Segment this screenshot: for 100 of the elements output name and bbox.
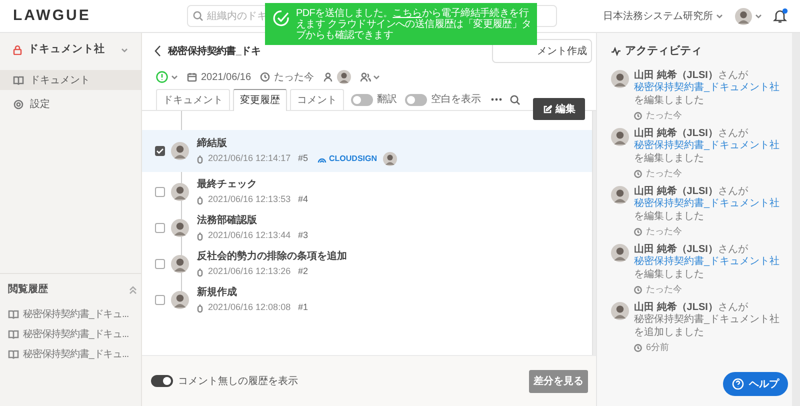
toggle-switch[interactable] (151, 375, 173, 387)
version-title: 新規作成 (197, 285, 238, 300)
checkbox[interactable] (155, 187, 165, 197)
time-text: たった今 (646, 225, 682, 238)
clock-icon (634, 344, 642, 352)
nav-item[interactable]: ドキュメント (0, 70, 141, 90)
checkbox[interactable] (155, 146, 165, 156)
help-icon (732, 378, 744, 390)
book-icon (13, 74, 24, 86)
avatar-icon (337, 70, 352, 84)
time-text: たった今 (646, 283, 682, 296)
history-link[interactable]: 秘密保持契約書_ドキュ... (23, 348, 128, 361)
clock-icon (260, 72, 270, 82)
version-number: #5 (298, 152, 308, 166)
version-number: #3 (298, 229, 308, 242)
history-link[interactable]: 秘密保持契約書_ドキュ... (23, 308, 128, 321)
time-text: 6分前 (646, 341, 670, 354)
tab[interactable]: 変更履歴 (233, 89, 287, 111)
toggle-switch[interactable] (351, 94, 373, 106)
check-icon (156, 148, 164, 154)
stopwatch-icon (197, 268, 203, 276)
search-icon[interactable] (510, 94, 520, 104)
toggle-label: コメント無しの履歴を表示 (178, 374, 298, 388)
avatar-icon (611, 302, 629, 320)
members-menu[interactable] (360, 72, 380, 82)
user-menu[interactable] (735, 8, 762, 24)
help-button[interactable]: ヘルプ (723, 372, 788, 396)
timestamp: 2021/06/16 12:08:08 (208, 301, 292, 314)
version-number: #4 (298, 193, 308, 206)
document-link[interactable]: 秘密保持契約書_ドキュメント社 (634, 198, 780, 209)
version-title: 最終チェック (197, 178, 258, 192)
toggle-label: 空白を表示 (431, 92, 481, 107)
document-title: 秘密保持契約書_ドキ (168, 44, 261, 58)
activity-text: 山田 純希（JLSI）さんが 秘密保持契約書_ドキュメント社 を編集しました (634, 128, 781, 165)
clock-icon (634, 286, 642, 294)
cloud-icon (317, 156, 328, 162)
version-title: 反社会的勢力の排除の条項を追加 (197, 250, 347, 264)
caret-icon (171, 74, 178, 80)
status-menu[interactable] (156, 71, 178, 83)
activity-text: 山田 純希（JLSI）さんが 秘密保持契約書_ドキュメント社 を編集しました (634, 70, 781, 107)
time-text: たった今 (646, 167, 682, 180)
history-link[interactable]: 秘密保持契約書_ドキュ... (23, 328, 128, 341)
timestamp: 2021/06/16 12:13:53 (208, 193, 292, 206)
edit-icon (542, 104, 552, 114)
caret-icon (373, 74, 380, 80)
app-logo: LAWGUE (13, 6, 92, 26)
activity-text: 山田 純希（JLSI）さんが 秘密保持契約書_ドキュメント社 を編集しました (634, 186, 781, 223)
scrollbar[interactable] (792, 33, 800, 406)
check-circle-icon (273, 10, 290, 27)
stopwatch-icon (197, 154, 203, 164)
clock-icon (634, 228, 642, 236)
document-link[interactable]: 秘密保持契約書_ドキュメント社 (634, 82, 780, 93)
clock-icon (634, 170, 642, 178)
caret-icon (716, 14, 723, 18)
activity-text: 山田 純希（JLSI）さんが 秘密保持契約書_ドキュメント社 を編集しました (634, 244, 781, 281)
clock-icon (634, 112, 642, 120)
timestamp: 2021/06/16 12:13:26 (208, 265, 292, 278)
date-text: 2021/06/16 (201, 70, 252, 84)
book-icon (8, 309, 19, 320)
diff-button[interactable]: 差分を見る (529, 370, 588, 392)
caret-icon (121, 48, 128, 52)
avatar-icon (611, 244, 629, 262)
lock-icon (13, 45, 22, 55)
activity-icon (611, 46, 621, 56)
back-icon[interactable] (154, 45, 162, 57)
avatar-icon (611, 70, 629, 88)
workspace-menu[interactable]: ドキュメント社 (0, 35, 141, 65)
book-icon (8, 329, 19, 340)
version-number: #2 (298, 265, 308, 278)
version-title: 法務部確認版 (197, 214, 258, 228)
avatar-icon (171, 142, 189, 160)
stopwatch-icon (197, 196, 203, 204)
organization-menu[interactable]: 日本法務システム研究所 (603, 8, 723, 24)
time-text: たった今 (646, 109, 682, 122)
toggle-label: 翻訳 (377, 92, 397, 107)
document-link[interactable]: 秘密保持契約書_ドキュメント社 (634, 140, 780, 151)
notification-bell-icon[interactable] (772, 8, 788, 24)
tab[interactable]: ドキュメント (156, 89, 230, 110)
avatar-icon (611, 128, 629, 146)
checkbox[interactable] (155, 259, 165, 269)
people-icon (360, 72, 372, 82)
more-icon[interactable] (491, 98, 502, 101)
nav-item[interactable]: 設定 (0, 94, 141, 114)
document-link[interactable]: 秘密保持契約書_ドキュメント社 (634, 256, 780, 267)
caret-icon (755, 14, 762, 18)
avatar-icon (735, 8, 752, 24)
alert-icon (156, 71, 168, 83)
panel-title: アクティビティ (625, 44, 702, 59)
toast-message: PDFを送信しました。こちらから電子締結手続きを行えます クラウドサインへの送信履歴は「変更履歴」タブからも確認できます (296, 8, 532, 41)
tab[interactable]: コメント (290, 89, 344, 110)
avatar-icon (611, 186, 629, 204)
settings-icon (13, 98, 24, 110)
toggle-switch[interactable] (405, 94, 427, 106)
checkbox[interactable] (155, 223, 165, 233)
edit-button[interactable]: 編集 (533, 98, 585, 120)
section-title: 閲覧履歴 (8, 282, 48, 297)
checkbox[interactable] (155, 295, 165, 305)
collapse-icon[interactable] (129, 286, 137, 294)
version-number: #1 (298, 301, 308, 314)
updated-text: たった今 (274, 70, 314, 84)
